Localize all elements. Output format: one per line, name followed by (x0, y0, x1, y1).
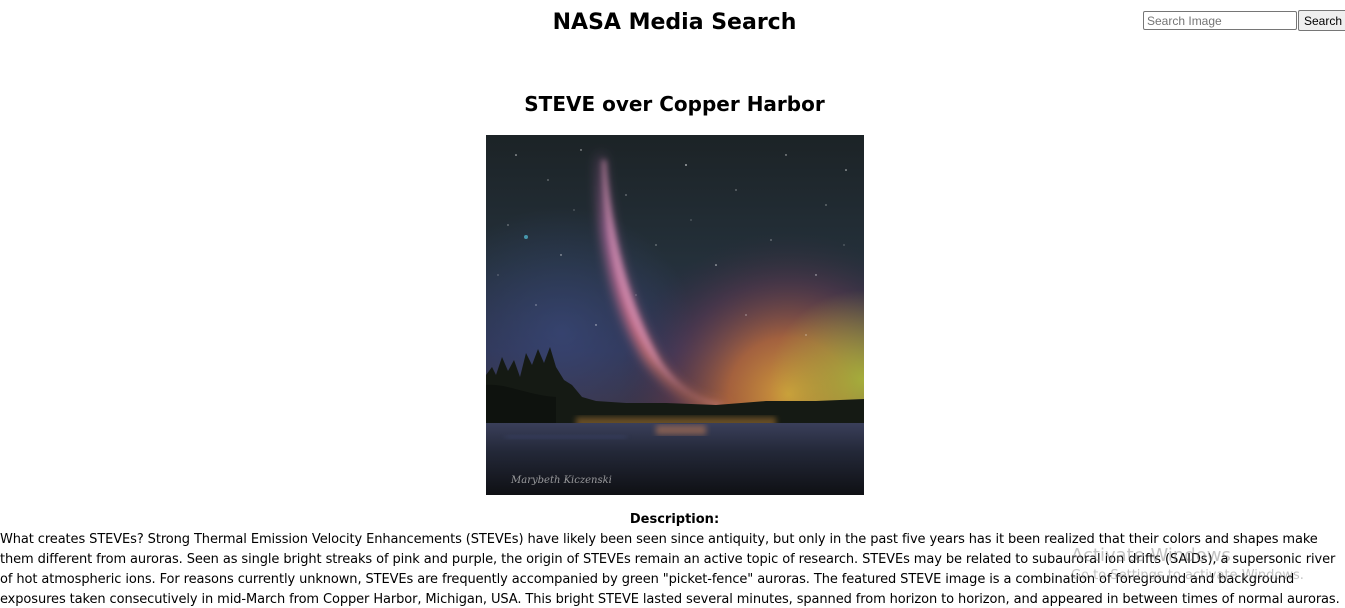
search-form: Search (1143, 10, 1345, 31)
steve-aurora-photo: Marybeth Kiczenski (486, 135, 864, 495)
photo-signature: Marybeth Kiczenski (510, 475, 612, 486)
description-text: What creates STEVEs? Strong Thermal Emis… (0, 532, 1340, 607)
article-title: STEVE over Copper Harbor (524, 92, 825, 116)
description-heading: Description: (629, 512, 720, 527)
article-image: Marybeth Kiczenski (486, 135, 864, 495)
search-button[interactable]: Search (1298, 10, 1345, 31)
search-input[interactable] (1143, 11, 1297, 30)
page: NASA Media Search Search STEVE over Copp… (0, 0, 1345, 608)
